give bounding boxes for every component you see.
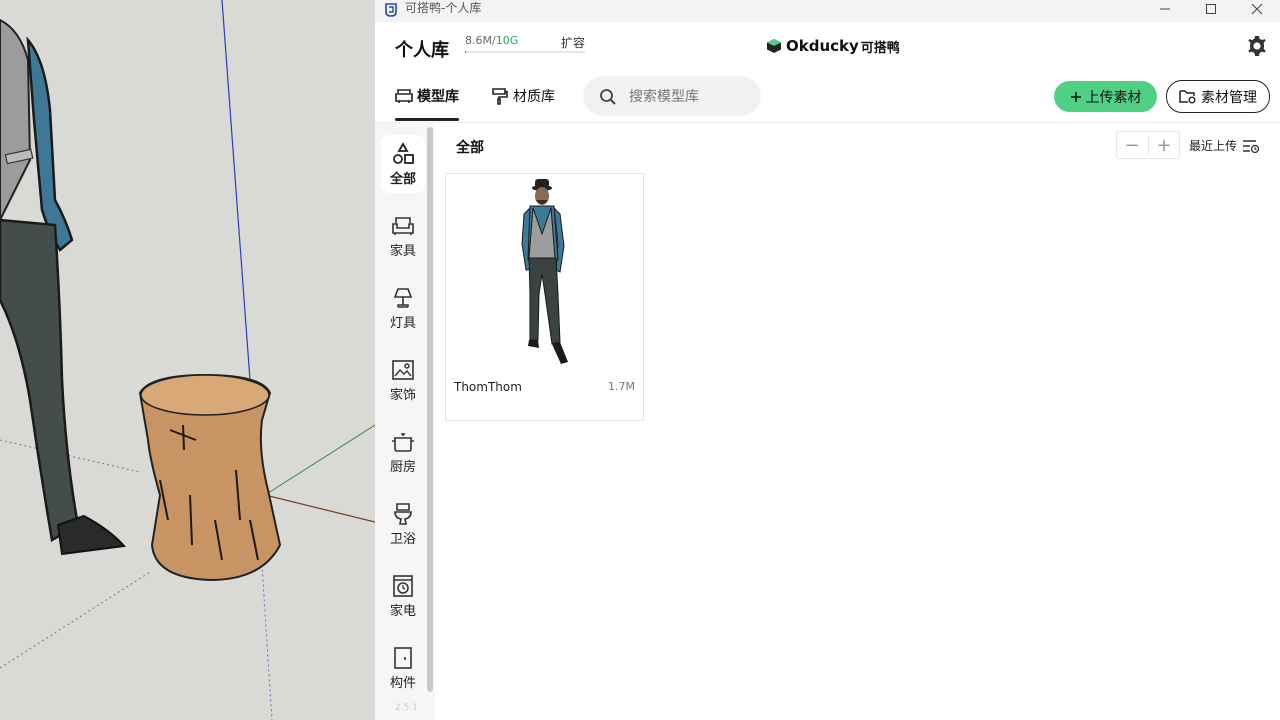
storage-total: 10G <box>495 34 519 47</box>
zoom-in-button[interactable]: + <box>1149 132 1179 158</box>
tab-label: 模型库 <box>417 89 459 105</box>
storage-usage: 8.6M/10G <box>465 34 518 47</box>
manage-button[interactable]: 素材管理 <box>1166 80 1270 113</box>
version-text: 2.5.1 <box>395 703 418 713</box>
category-label: 家具 <box>389 243 416 259</box>
category-label: 家饰 <box>389 387 416 403</box>
category-lighting[interactable]: 灯具 <box>381 279 425 337</box>
upload-label: 上传素材 <box>1085 89 1142 106</box>
cube-logo-icon <box>767 39 781 53</box>
app-logo-icon <box>385 3 397 17</box>
door-icon <box>394 646 412 669</box>
brand-logo: Okducky 可搭鸭 <box>765 35 900 57</box>
pot-icon <box>392 432 414 452</box>
app-window: 可搭鸭-个人库 个人库 8.6M/10G 扩容 Okducky 可搭鸭 模型库 … <box>375 0 1280 720</box>
model-name: ThomThom <box>454 380 522 394</box>
content-area: 全部 − + 最近上传 ThomThom 1.7M <box>435 123 1280 720</box>
category-bathroom[interactable]: 卫浴 <box>381 495 425 553</box>
tab-model-library[interactable]: 模型库 <box>395 72 459 120</box>
minimize-button[interactable] <box>1142 0 1188 22</box>
lamp-icon <box>393 287 413 308</box>
tab-label: 材质库 <box>513 89 555 105</box>
category-label: 卫浴 <box>389 531 416 547</box>
scene-drawing <box>0 0 375 720</box>
toilet-icon <box>394 502 412 525</box>
close-icon <box>1251 3 1263 15</box>
brand-cn: 可搭鸭 <box>860 40 900 56</box>
minimize-icon <box>1160 8 1170 10</box>
paint-roller-icon <box>492 88 508 105</box>
plus-icon <box>1070 91 1081 102</box>
page-title: 个人库 <box>395 40 449 61</box>
category-label: 全部 <box>389 171 416 187</box>
gear-icon[interactable] <box>1245 34 1269 58</box>
sort-list-icon <box>1243 139 1260 153</box>
category-sidebar: 全部 家具 灯具 家饰 厨房 卫浴 家电 构件 2.5.1 <box>375 123 435 720</box>
storage-bar <box>465 51 585 53</box>
model-size: 1.7M <box>608 380 635 393</box>
window-title: 可搭鸭-个人库 <box>405 1 482 15</box>
section-title: 全部 <box>456 140 484 156</box>
search-icon <box>600 89 616 105</box>
header: 个人库 8.6M/10G 扩容 Okducky 可搭鸭 <box>375 22 1280 72</box>
category-label: 灯具 <box>389 315 416 331</box>
category-label: 厨房 <box>389 459 416 475</box>
maximize-button[interactable] <box>1188 0 1234 22</box>
category-all[interactable]: 全部 <box>381 135 425 193</box>
tab-material-library[interactable]: 材质库 <box>491 72 555 120</box>
category-label: 家电 <box>389 603 416 619</box>
sort-label: 最近上传 <box>1189 139 1238 153</box>
zoom-out-button[interactable]: − <box>1117 132 1147 158</box>
zoom-control: − + <box>1116 131 1180 159</box>
model-card[interactable]: ThomThom 1.7M <box>445 173 644 421</box>
active-tab-indicator <box>395 118 459 121</box>
picture-icon <box>392 359 414 380</box>
title-bar: 可搭鸭-个人库 <box>375 0 1280 22</box>
category-components[interactable]: 构件 <box>381 639 425 697</box>
upload-button[interactable]: 上传素材 <box>1054 81 1157 112</box>
model-thumbnail <box>521 179 568 364</box>
washer-icon <box>393 574 413 597</box>
3d-viewport[interactable] <box>0 0 375 720</box>
category-appliances[interactable]: 家电 <box>381 567 425 625</box>
category-kitchen[interactable]: 厨房 <box>381 423 425 481</box>
storage-bar-fill <box>465 51 466 53</box>
folder-settings-icon <box>1179 90 1196 104</box>
sofa-icon <box>392 216 414 235</box>
sort-dropdown[interactable]: 最近上传 <box>1189 137 1260 154</box>
close-button[interactable] <box>1234 0 1280 22</box>
category-decor[interactable]: 家饰 <box>381 351 425 409</box>
category-furniture[interactable]: 家具 <box>381 207 425 265</box>
expand-storage-link[interactable]: 扩容 <box>561 34 585 51</box>
maximize-icon <box>1206 4 1216 14</box>
search-box <box>583 76 761 118</box>
sofa-icon <box>395 89 413 103</box>
manage-label: 素材管理 <box>1201 89 1257 106</box>
storage-used: 8.6M <box>465 34 492 47</box>
brand-name: Okducky <box>786 37 859 55</box>
search-input[interactable] <box>627 76 757 118</box>
sidebar-scrollbar[interactable] <box>427 127 433 692</box>
toolbar: 模型库 材质库 上传素材 素材管理 <box>375 72 1280 123</box>
category-label: 构件 <box>389 675 416 691</box>
shapes-icon <box>393 141 414 164</box>
